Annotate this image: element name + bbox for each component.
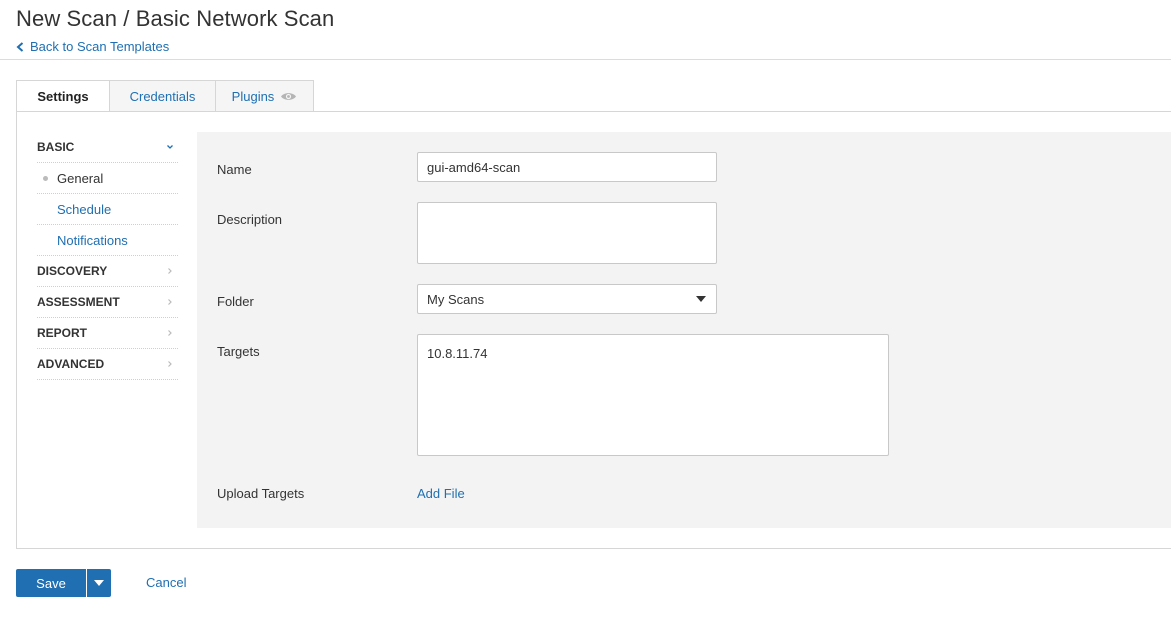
- sidebar-item-general[interactable]: General: [37, 163, 178, 194]
- general-settings-form: Name gui-amd64-scan Description Folder M…: [197, 132, 1171, 528]
- folder-selected-value: My Scans: [427, 291, 485, 307]
- sidebar-section-report[interactable]: REPORT: [37, 318, 178, 349]
- sidebar-item-schedule[interactable]: Schedule: [37, 194, 178, 225]
- sidebar-section-assessment[interactable]: ASSESSMENT: [37, 287, 178, 318]
- sidebar-section-discovery[interactable]: DISCOVERY: [37, 256, 178, 287]
- chevron-right-icon: [168, 330, 172, 336]
- caret-down-icon: [696, 296, 706, 302]
- tab-settings-label: Settings: [37, 88, 89, 104]
- chevron-left-icon: [16, 41, 24, 52]
- sidebar-item-notifications[interactable]: Notifications: [37, 225, 178, 256]
- add-file-link[interactable]: Add File: [417, 486, 465, 501]
- page-title: New Scan / Basic Network Scan: [16, 6, 335, 31]
- chevron-right-icon: [168, 268, 172, 274]
- back-to-templates-link[interactable]: Back to Scan Templates: [16, 39, 169, 54]
- chevron-right-icon: [168, 299, 172, 305]
- save-options-button[interactable]: [86, 569, 111, 597]
- sidebar-section-label: REPORT: [37, 326, 88, 340]
- sidebar-section-advanced[interactable]: ADVANCED: [37, 349, 178, 380]
- sidebar-section-label: DISCOVERY: [37, 264, 108, 278]
- tab-plugins-label: Plugins: [231, 88, 275, 104]
- tab-plugins[interactable]: Plugins: [216, 80, 314, 112]
- name-input-value: gui-amd64-scan: [427, 159, 521, 175]
- sidebar-section-label: ASSESSMENT: [37, 295, 120, 309]
- sidebar-section-label: ADVANCED: [37, 357, 105, 371]
- settings-panel: BASIC General Schedule Notifications DIS…: [16, 111, 1171, 549]
- upload-targets-label: Upload Targets: [217, 486, 305, 501]
- caret-down-icon: [94, 580, 104, 586]
- name-input[interactable]: gui-amd64-scan: [417, 152, 717, 182]
- targets-label: Targets: [217, 344, 260, 359]
- eye-icon: [281, 92, 297, 100]
- active-dot-icon: [43, 176, 48, 181]
- targets-value: 10.8.11.74: [427, 346, 488, 361]
- tab-settings[interactable]: Settings: [16, 80, 110, 112]
- tab-credentials[interactable]: Credentials: [110, 80, 216, 112]
- back-link-label: Back to Scan Templates: [30, 39, 170, 54]
- targets-textarea[interactable]: 10.8.11.74: [417, 334, 889, 456]
- sidebar-item-label: General: [57, 170, 104, 186]
- save-button[interactable]: Save: [16, 569, 86, 597]
- name-label: Name: [217, 162, 252, 177]
- folder-label: Folder: [217, 294, 254, 309]
- description-label: Description: [217, 212, 283, 227]
- sidebar-section-label: BASIC: [37, 140, 75, 154]
- sidebar-section-basic[interactable]: BASIC: [37, 132, 178, 163]
- save-button-group: Save: [16, 569, 111, 597]
- folder-select[interactable]: My Scans: [417, 284, 717, 314]
- sidebar-item-label: Schedule: [57, 201, 112, 217]
- sidebar-item-label: Notifications: [57, 232, 128, 248]
- chevron-right-icon: [168, 361, 172, 367]
- tab-credentials-label: Credentials: [129, 88, 196, 104]
- description-textarea[interactable]: [417, 202, 717, 264]
- tab-bar: Settings Credentials Plugins: [16, 80, 314, 112]
- cancel-button[interactable]: Cancel: [146, 575, 186, 590]
- settings-sidebar: BASIC General Schedule Notifications DIS…: [37, 132, 178, 380]
- chevron-down-icon: [167, 145, 173, 149]
- header-divider: [0, 59, 1171, 60]
